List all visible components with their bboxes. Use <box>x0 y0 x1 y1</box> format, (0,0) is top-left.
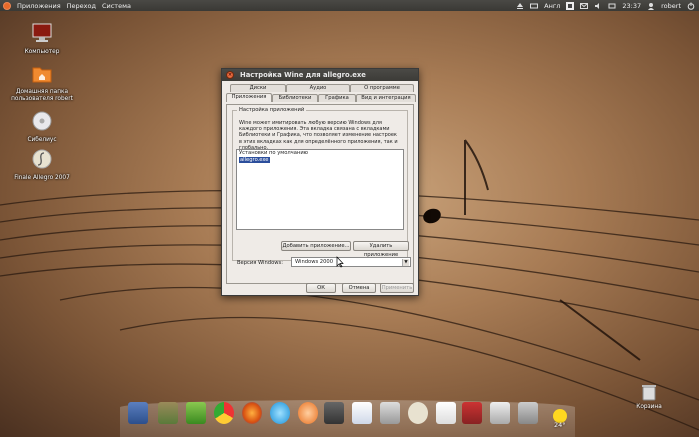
finale-icon <box>32 149 52 169</box>
musescore-icon[interactable] <box>436 402 456 424</box>
media-player-icon[interactable] <box>298 402 318 424</box>
settings-gear-icon[interactable] <box>186 402 206 424</box>
ok-button[interactable]: ОК <box>306 283 336 293</box>
desktop-icon-label: Компьютер <box>24 49 60 55</box>
eject-icon[interactable] <box>516 2 524 10</box>
tab-audio[interactable]: Аудио <box>286 84 350 92</box>
top-panel: Приложения Переход Система Англ 23:37 ro… <box>0 0 699 11</box>
remove-application-button[interactable]: Удалить приложение <box>353 241 409 258</box>
user-name[interactable]: robert <box>661 2 681 10</box>
wine-glass-icon[interactable] <box>462 402 482 424</box>
finale-dock-icon[interactable] <box>408 402 428 424</box>
window-title: Настройка Wine для allegro.exe <box>240 71 366 79</box>
battery-icon[interactable] <box>608 2 616 10</box>
keyboard-icon[interactable] <box>530 2 539 10</box>
chevron-down-icon[interactable]: ▼ <box>402 259 409 266</box>
desktop-icon-sibelius[interactable]: Сибелиус <box>10 110 74 144</box>
mouse-cursor-icon <box>336 256 344 268</box>
trash-icon <box>642 385 656 401</box>
keyboard-layout[interactable]: Англ <box>544 2 560 10</box>
mail-icon[interactable] <box>580 2 589 10</box>
windows-version-value: Windows 2000 <box>295 259 334 265</box>
window-titlebar[interactable]: × Настройка Wine для allegro.exe <box>222 69 418 81</box>
desktop-icon-home[interactable]: Домашняя папка пользователя robert <box>10 62 74 103</box>
desktop-icon-label: Finale Allegro 2007 <box>14 175 70 181</box>
package-installer-icon[interactable] <box>158 402 178 424</box>
application-list[interactable]: Установки по умолчанию allegro.exe <box>236 149 404 230</box>
tab-panel-applications: Настройка приложений Wine может имитиров… <box>226 104 414 284</box>
group-title: Настройка приложений <box>237 107 307 113</box>
menu-applications[interactable]: Приложения <box>17 2 61 10</box>
home-folder-icon <box>32 67 52 83</box>
description-text: Wine может имитировать любую версию Wind… <box>239 120 398 151</box>
firefox-icon[interactable] <box>242 402 262 424</box>
menu-places[interactable]: Переход <box>67 2 96 10</box>
trash-label: Корзина <box>636 404 662 410</box>
network-icon[interactable] <box>566 1 575 10</box>
tab-applications[interactable]: Приложения <box>226 93 272 102</box>
list-item[interactable]: allegro.exe <box>237 157 403 164</box>
wine-config-window: × Настройка Wine для allegro.exe Диски А… <box>221 68 419 296</box>
tab-graphics[interactable]: Графика <box>318 94 356 102</box>
user-icon[interactable] <box>647 2 655 10</box>
windows-version-label: Версия Windows: <box>237 260 283 266</box>
chrome-browser-icon[interactable] <box>214 402 234 424</box>
tab-libraries[interactable]: Библиотеки <box>272 94 318 102</box>
power-icon[interactable] <box>687 2 695 10</box>
apply-button[interactable]: Применить <box>380 283 414 293</box>
cancel-button[interactable]: Отмена <box>342 283 376 293</box>
calculator-icon[interactable] <box>380 402 400 424</box>
desktop-icon-label: Домашняя папка пользователя robert <box>11 89 73 102</box>
menu-system[interactable]: Система <box>102 2 131 10</box>
weather-applet[interactable]: 24° <box>548 404 572 429</box>
computer-icon <box>32 23 52 42</box>
tab-about[interactable]: О программе <box>350 84 414 92</box>
ubuntu-logo-icon[interactable] <box>3 1 11 10</box>
desktop-icon-finale[interactable]: Finale Allegro 2007 <box>10 148 74 182</box>
desktop-icon-computer[interactable]: Компьютер <box>10 22 74 56</box>
add-application-button[interactable]: Добавить приложение... <box>281 241 351 251</box>
gimp-icon[interactable] <box>324 402 344 424</box>
cd-icon <box>32 111 52 131</box>
tab-drives[interactable]: Диски <box>230 84 286 92</box>
clock[interactable]: 23:37 <box>622 2 641 10</box>
close-icon[interactable]: × <box>226 71 234 79</box>
weather-temperature: 24° <box>554 421 566 429</box>
downloads-icon[interactable] <box>518 402 538 424</box>
desktop-icon-label: Сибелиус <box>27 137 57 143</box>
mail-client-icon[interactable] <box>490 402 510 424</box>
document-editor-icon[interactable] <box>352 402 372 424</box>
list-item[interactable]: Установки по умолчанию <box>237 150 403 157</box>
save-floppy-icon[interactable] <box>128 402 148 424</box>
windows-version-select[interactable]: Windows 2000 ▼ <box>291 257 411 267</box>
skype-icon[interactable] <box>270 402 290 424</box>
tab-desktop-integration[interactable]: Вид и интеграция <box>356 94 416 102</box>
tab-bar: Диски Аудио О программе Приложения Библи… <box>226 84 416 104</box>
trash[interactable]: Корзина <box>632 382 666 410</box>
volume-icon[interactable] <box>594 2 602 10</box>
